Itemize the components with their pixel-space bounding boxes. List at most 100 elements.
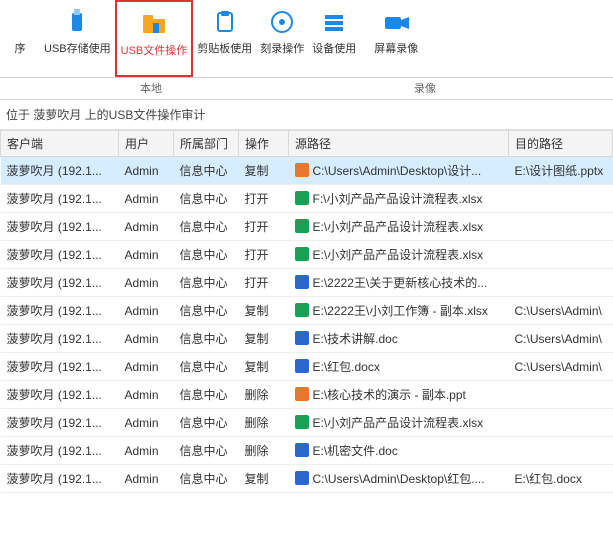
audit-table: 客户端 用户 所属部门 操作 源路径 目的路径 菠萝吹月 (192.1...Ad… — [0, 130, 613, 493]
cell-dst: E:\设计图纸.pptx — [509, 157, 613, 185]
cell-src: C:\Users\Admin\Desktop\设计... — [289, 157, 509, 185]
cell-action: 删除 — [239, 381, 289, 409]
col-client[interactable]: 客户端 — [1, 131, 119, 157]
table-row[interactable]: 菠萝吹月 (192.1...Admin信息中心打开E:\小刘产品产品设计流程表.… — [1, 213, 613, 241]
cell-user: Admin — [119, 185, 174, 213]
cell-user: Admin — [119, 353, 174, 381]
cell-action: 复制 — [239, 353, 289, 381]
table-row[interactable]: 菠萝吹月 (192.1...Admin信息中心删除E:\核心技术的演示 - 副本… — [1, 381, 613, 409]
cell-src: E:\核心技术的演示 - 副本.ppt — [289, 381, 509, 409]
ribbon-item-screenrec[interactable]: 屏幕录像 — [370, 0, 422, 77]
file-icon — [295, 219, 309, 233]
cell-user: Admin — [119, 465, 174, 493]
ribbon-item-clipboard[interactable]: 剪贴板使用 — [193, 0, 256, 77]
cell-client: 菠萝吹月 (192.1... — [1, 325, 119, 353]
cell-user: Admin — [119, 157, 174, 185]
usb-storage-icon — [61, 6, 93, 38]
cell-client: 菠萝吹月 (192.1... — [1, 297, 119, 325]
cell-client: 菠萝吹月 (192.1... — [1, 241, 119, 269]
cell-dst: C:\Users\Admin\ — [509, 297, 613, 325]
table-row[interactable]: 菠萝吹月 (192.1...Admin信息中心复制E:\技术讲解.docC:\U… — [1, 325, 613, 353]
ribbon-item-device[interactable]: 设备使用 — [308, 0, 360, 77]
group-label-local: 本地 — [140, 80, 162, 96]
clipboard-icon — [209, 6, 241, 38]
cell-user: Admin — [119, 241, 174, 269]
usb-file-icon — [138, 8, 170, 40]
cell-action: 打开 — [239, 185, 289, 213]
cell-action: 删除 — [239, 437, 289, 465]
cell-action: 复制 — [239, 297, 289, 325]
cell-dst — [509, 381, 613, 409]
cell-src: E:\2222王\小刘工作簿 - 副本.xlsx — [289, 297, 509, 325]
col-action[interactable]: 操作 — [239, 131, 289, 157]
table-row[interactable]: 菠萝吹月 (192.1...Admin信息中心删除E:\小刘产品产品设计流程表.… — [1, 409, 613, 437]
cell-dept: 信息中心 — [174, 409, 239, 437]
cell-action: 复制 — [239, 465, 289, 493]
cell-user: Admin — [119, 381, 174, 409]
cell-client: 菠萝吹月 (192.1... — [1, 269, 119, 297]
breadcrumb: 位于 菠萝吹月 上的USB文件操作审计 — [0, 100, 613, 130]
cell-user: Admin — [119, 437, 174, 465]
cell-dept: 信息中心 — [174, 157, 239, 185]
cell-src: E:\小刘产品产品设计流程表.xlsx — [289, 409, 509, 437]
cell-action: 打开 — [239, 269, 289, 297]
cell-dept: 信息中心 — [174, 381, 239, 409]
file-icon — [295, 443, 309, 457]
table-header-row: 客户端 用户 所属部门 操作 源路径 目的路径 — [1, 131, 613, 157]
cell-action: 删除 — [239, 409, 289, 437]
cell-client: 菠萝吹月 (192.1... — [1, 213, 119, 241]
file-icon — [295, 191, 309, 205]
ribbon-item-usb-storage[interactable]: USB存储使用 — [40, 0, 115, 77]
cell-client: 菠萝吹月 (192.1... — [1, 381, 119, 409]
disc-icon — [266, 6, 298, 38]
col-dept[interactable]: 所属部门 — [174, 131, 239, 157]
cell-dst — [509, 437, 613, 465]
cell-src: E:\红包.docx — [289, 353, 509, 381]
col-srcpath[interactable]: 源路径 — [289, 131, 509, 157]
device-icon — [318, 6, 350, 38]
cell-client: 菠萝吹月 (192.1... — [1, 353, 119, 381]
cell-action: 打开 — [239, 213, 289, 241]
cell-src: E:\技术讲解.doc — [289, 325, 509, 353]
cell-client: 菠萝吹月 (192.1... — [1, 437, 119, 465]
camera-icon — [380, 6, 412, 38]
ribbon-group-labels: 本地 录像 — [0, 78, 613, 100]
table-row[interactable]: 菠萝吹月 (192.1...Admin信息中心复制E:\2222王\小刘工作簿 … — [1, 297, 613, 325]
cell-dept: 信息中心 — [174, 297, 239, 325]
ribbon-item-burn[interactable]: 刻录操作 — [256, 0, 308, 77]
cell-dept: 信息中心 — [174, 353, 239, 381]
cell-dst — [509, 269, 613, 297]
cell-dept: 信息中心 — [174, 241, 239, 269]
col-user[interactable]: 用户 — [119, 131, 174, 157]
ribbon-item-seq[interactable]: 序 — [0, 0, 40, 77]
table-row[interactable]: 菠萝吹月 (192.1...Admin信息中心复制C:\Users\Admin\… — [1, 157, 613, 185]
cell-dept: 信息中心 — [174, 465, 239, 493]
cell-dst: C:\Users\Admin\ — [509, 325, 613, 353]
seq-icon — [4, 6, 36, 38]
cell-dst: C:\Users\Admin\ — [509, 353, 613, 381]
cell-src: E:\机密文件.doc — [289, 437, 509, 465]
file-icon — [295, 331, 309, 345]
file-icon — [295, 247, 309, 261]
table-row[interactable]: 菠萝吹月 (192.1...Admin信息中心删除E:\机密文件.doc — [1, 437, 613, 465]
col-dstpath[interactable]: 目的路径 — [509, 131, 613, 157]
cell-dept: 信息中心 — [174, 325, 239, 353]
table-row[interactable]: 菠萝吹月 (192.1...Admin信息中心打开E:\2222王\关于更新核心… — [1, 269, 613, 297]
cell-action: 打开 — [239, 241, 289, 269]
file-icon — [295, 415, 309, 429]
table-row[interactable]: 菠萝吹月 (192.1...Admin信息中心打开E:\小刘产品产品设计流程表.… — [1, 241, 613, 269]
cell-src: E:\2222王\关于更新核心技术的... — [289, 269, 509, 297]
file-icon — [295, 163, 309, 177]
cell-dept: 信息中心 — [174, 437, 239, 465]
file-icon — [295, 387, 309, 401]
cell-src: E:\小刘产品产品设计流程表.xlsx — [289, 241, 509, 269]
file-icon — [295, 275, 309, 289]
cell-action: 复制 — [239, 325, 289, 353]
ribbon-item-usb-file[interactable]: USB文件操作 — [115, 0, 194, 77]
table-row[interactable]: 菠萝吹月 (192.1...Admin信息中心打开F:\小刘产品产品设计流程表.… — [1, 185, 613, 213]
table-row[interactable]: 菠萝吹月 (192.1...Admin信息中心复制C:\Users\Admin\… — [1, 465, 613, 493]
cell-user: Admin — [119, 269, 174, 297]
cell-user: Admin — [119, 325, 174, 353]
table-row[interactable]: 菠萝吹月 (192.1...Admin信息中心复制E:\红包.docxC:\Us… — [1, 353, 613, 381]
cell-src: F:\小刘产品产品设计流程表.xlsx — [289, 185, 509, 213]
